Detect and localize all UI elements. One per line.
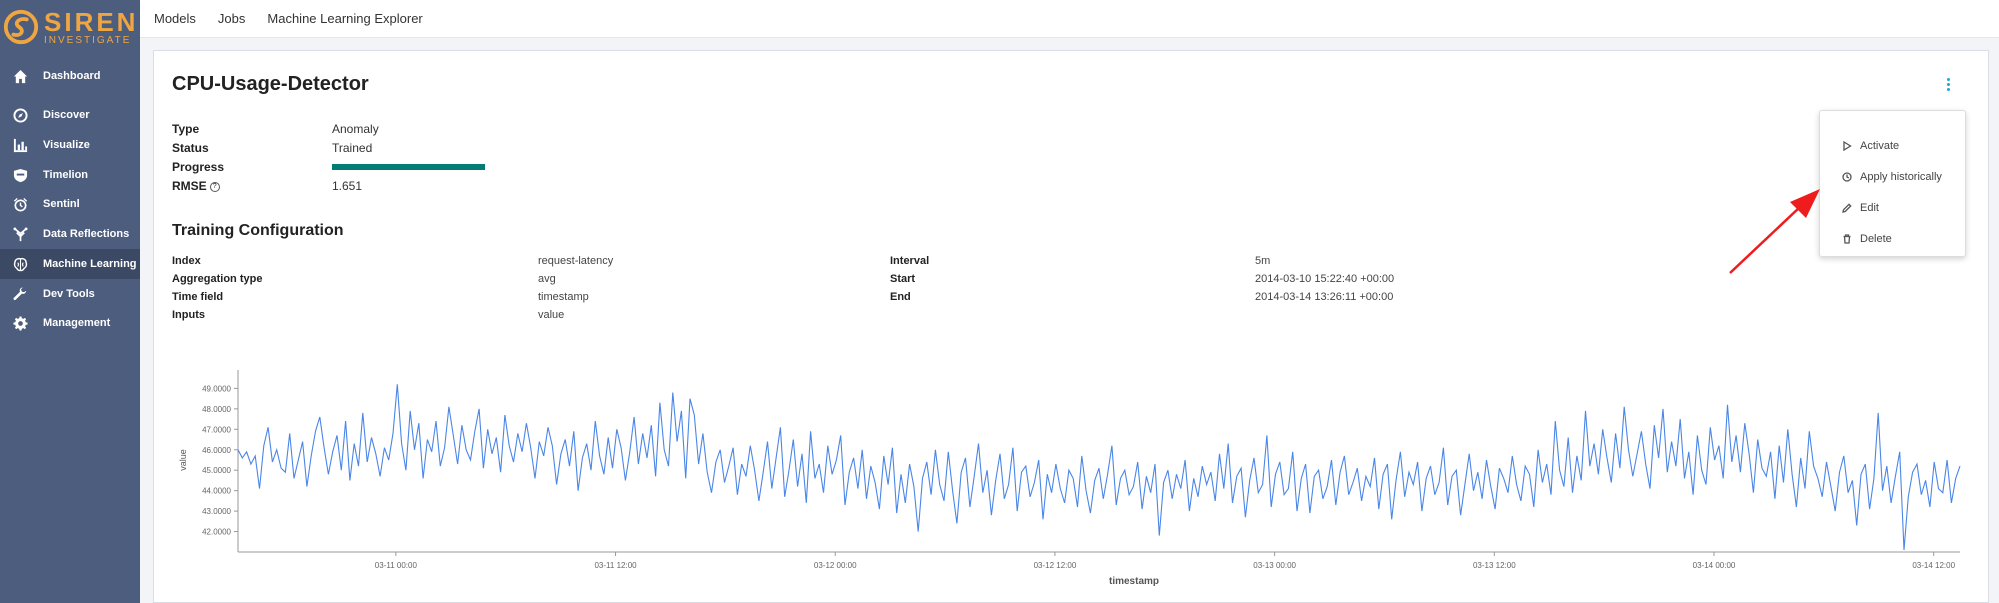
x-tick-label: 03-13 00:00 — [1253, 561, 1296, 570]
x-tick-label: 03-11 00:00 — [375, 561, 418, 570]
rmse-label-text: RMSE — [172, 179, 207, 193]
y-tick-label: 49.0000 — [202, 384, 231, 393]
sidebar-item-discover[interactable]: Discover — [0, 100, 140, 130]
logo-subtitle: INVESTIGATE — [44, 34, 132, 46]
y-tick-label: 46.0000 — [202, 446, 231, 455]
model-actions-menu: Activate Apply historically Edit Delete — [1819, 110, 1966, 257]
status-label: Status — [172, 141, 209, 155]
time-field-value: timestamp — [538, 291, 589, 303]
sidebar-item-label: Machine Learning — [43, 258, 137, 270]
sidebar-item-management[interactable]: Management — [0, 308, 140, 338]
sidebar-item-label: Dashboard — [43, 70, 101, 82]
menu-item-label: Apply historically — [1860, 171, 1942, 183]
sidebar-item-machine-learning[interactable]: Machine Learning — [0, 249, 140, 279]
trash-icon — [1842, 234, 1852, 244]
siren-logo[interactable]: SIREN INVESTIGATE — [0, 0, 140, 54]
gear-icon — [12, 315, 28, 331]
index-label: Index — [172, 255, 201, 267]
rmse-label: RMSE? — [172, 179, 220, 193]
aggregation-type-value: avg — [538, 273, 556, 285]
sidebar-item-label: Data Reflections — [43, 228, 130, 240]
sidebar-item-label: Sentinl — [43, 198, 80, 210]
bar-chart-icon — [12, 137, 28, 153]
menu-item-apply-historically[interactable]: Apply historically — [1820, 165, 1965, 189]
interval-label: Interval — [890, 255, 930, 267]
progress-bar — [332, 164, 485, 170]
logo-title: SIREN — [44, 6, 139, 37]
tab-jobs[interactable]: Jobs — [218, 11, 245, 26]
sidebar-item-sentinl[interactable]: Sentinl — [0, 189, 140, 219]
index-value: request-latency — [538, 255, 614, 267]
sidebar-item-label: Discover — [43, 109, 90, 121]
type-label: Type — [172, 122, 200, 136]
shield-icon — [12, 167, 28, 183]
y-axis-label: value — [178, 449, 188, 471]
home-icon — [12, 68, 28, 84]
reflection-icon — [12, 226, 28, 242]
annotation-arrow-icon — [1729, 189, 1820, 274]
tab-machine-learning-explorer[interactable]: Machine Learning Explorer — [267, 11, 422, 26]
menu-item-label: Activate — [1860, 140, 1900, 152]
end-value: 2014-03-14 13:26:11 +00:00 — [1255, 291, 1394, 303]
type-value: Anomaly — [332, 122, 379, 136]
y-tick-label: 42.0000 — [202, 528, 231, 537]
y-tick-label: 44.0000 — [202, 487, 231, 496]
model-title: CPU-Usage-Detector — [172, 73, 369, 95]
time-field-label: Time field — [172, 291, 224, 303]
x-tick-label: 03-14 12:00 — [1912, 561, 1955, 570]
menu-item-label: Delete — [1860, 233, 1892, 245]
wrench-icon — [12, 286, 28, 302]
menu-item-label: Edit — [1860, 202, 1879, 214]
sidebar-item-label: Management — [43, 317, 111, 329]
menu-item-delete[interactable]: Delete — [1820, 227, 1965, 251]
clock-icon — [1842, 172, 1852, 182]
menu-item-edit[interactable]: Edit — [1820, 196, 1965, 220]
tab-models[interactable]: Models — [154, 11, 196, 26]
end-label: End — [890, 291, 911, 303]
start-label: Start — [890, 273, 916, 285]
brain-icon — [12, 256, 28, 272]
sidebar-item-data-reflections[interactable]: Data Reflections — [0, 219, 140, 249]
help-icon[interactable]: ? — [209, 181, 220, 192]
x-tick-label: 03-12 00:00 — [814, 561, 857, 570]
status-value: Trained — [332, 141, 373, 155]
interval-value: 5m — [1255, 255, 1271, 267]
y-tick-label: 47.0000 — [202, 425, 231, 434]
menu-item-activate[interactable]: Activate — [1820, 134, 1965, 158]
sidebar-item-timelion[interactable]: Timelion — [0, 160, 140, 190]
pencil-icon — [1842, 203, 1852, 213]
inputs-label: Inputs — [172, 309, 205, 321]
x-tick-label: 03-14 00:00 — [1693, 561, 1736, 570]
x-axis-label: timestamp — [1109, 576, 1159, 587]
sidebar-item-visualize[interactable]: Visualize — [0, 130, 140, 160]
y-tick-label: 48.0000 — [202, 405, 231, 414]
sidebar-item-dashboard[interactable]: Dashboard — [0, 61, 140, 91]
siren-logo-icon — [3, 9, 39, 45]
sidebar-item-label: Timelion — [43, 169, 89, 181]
more-options-icon[interactable] — [1940, 74, 1956, 94]
sidebar: SIREN INVESTIGATE Dashboard Discover Vis… — [0, 0, 140, 603]
compass-icon — [12, 107, 28, 123]
top-navigation: Models Jobs Machine Learning Explorer — [140, 0, 1999, 38]
alarm-clock-icon — [12, 196, 28, 212]
y-tick-label: 43.0000 — [202, 507, 231, 516]
training-data-chart: 42.0000 43.0000 44.0000 45.0000 46.0000 47.00… — [178, 370, 1961, 587]
x-tick-label: 03-12 12:00 — [1034, 561, 1077, 570]
x-tick-label: 03-11 12:00 — [594, 561, 637, 570]
y-tick-label: 45.0000 — [202, 466, 231, 475]
sidebar-item-dev-tools[interactable]: Dev Tools — [0, 279, 140, 309]
rmse-value: 1.651 — [332, 179, 363, 193]
training-configuration-heading: Training Configuration — [172, 222, 344, 239]
sidebar-item-label: Visualize — [43, 139, 90, 151]
x-tick-label: 03-13 12:00 — [1473, 561, 1516, 570]
sidebar-item-label: Dev Tools — [43, 288, 95, 300]
start-value: 2014-03-10 15:22:40 +00:00 — [1255, 273, 1395, 285]
aggregation-type-label: Aggregation type — [172, 273, 263, 285]
play-icon — [1842, 141, 1852, 151]
progress-label: Progress — [172, 160, 225, 174]
series-line — [237, 384, 1961, 551]
inputs-value: value — [538, 309, 565, 321]
